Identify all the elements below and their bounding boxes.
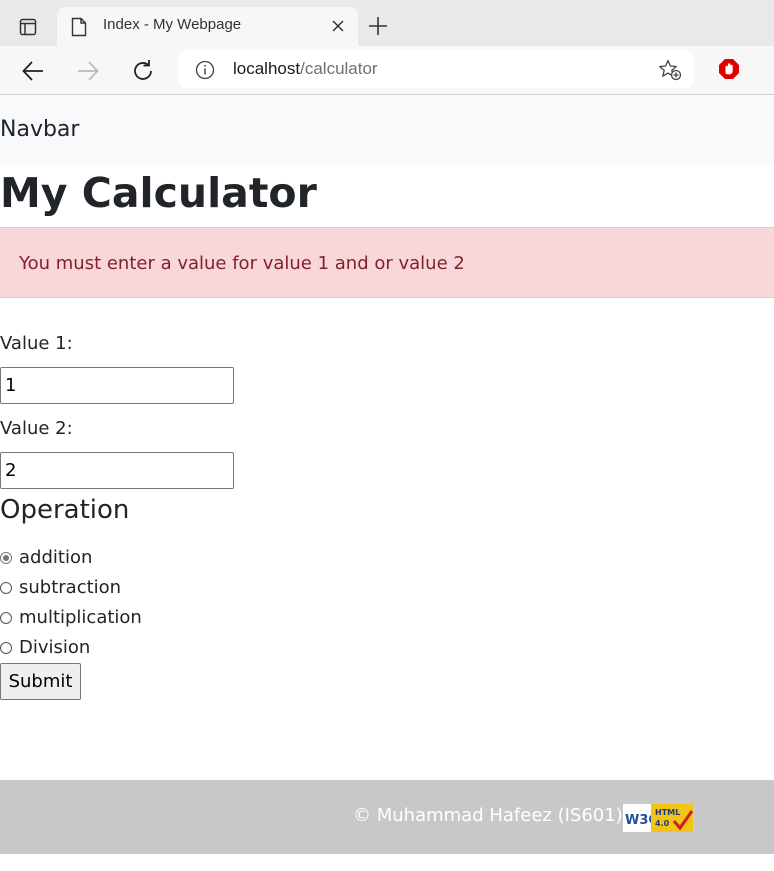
page-icon	[71, 17, 87, 41]
radio-label: subtraction	[19, 577, 122, 598]
error-alert: You must enter a value for value 1 and o…	[0, 227, 774, 298]
adblock-extension-icon[interactable]	[718, 58, 740, 84]
footer: © Muhammad Hafeez (IS601) W3C HTML 4.0	[0, 780, 774, 854]
add-favorite-icon[interactable]	[658, 59, 682, 85]
radio-division[interactable]: Division	[0, 637, 90, 658]
close-tab-icon[interactable]	[330, 18, 346, 34]
alert-message: You must enter a value for value 1 and o…	[19, 253, 465, 274]
url-host: localhost	[233, 59, 301, 78]
browser-tab-bar: Index - My Webpage	[0, 0, 774, 46]
tab-title: Index - My Webpage	[103, 16, 242, 33]
value2-input[interactable]	[0, 452, 234, 489]
address-bar-row: localhost/calculator	[0, 46, 774, 95]
radio-button-checked[interactable]	[0, 551, 12, 564]
radio-button[interactable]	[0, 611, 12, 624]
radio-label: multiplication	[19, 607, 142, 628]
submit-button[interactable]: Submit	[0, 663, 81, 700]
url-text[interactable]: localhost/calculator	[233, 59, 378, 79]
w3c-html-badge-icon[interactable]: W3C HTML 4.0	[622, 803, 694, 833]
info-icon[interactable]	[195, 60, 215, 84]
radio-label: Division	[19, 637, 91, 658]
url-path: /calculator	[300, 59, 378, 78]
badge-html-text: HTML	[655, 808, 680, 817]
value1-input[interactable]	[0, 367, 234, 404]
address-bar[interactable]: localhost/calculator	[178, 50, 694, 88]
radio-button[interactable]	[0, 581, 12, 594]
badge-version-text: 4.0	[655, 819, 670, 828]
radio-addition[interactable]: addition	[0, 547, 92, 568]
radio-label: addition	[19, 547, 93, 568]
copyright-text: © Muhammad Hafeez (IS601)	[353, 805, 623, 826]
radio-button[interactable]	[0, 641, 12, 654]
radio-subtraction[interactable]: subtraction	[0, 577, 121, 598]
back-arrow-icon[interactable]	[20, 58, 46, 84]
reload-icon[interactable]	[130, 58, 156, 84]
page-title: My Calculator	[0, 169, 317, 217]
radio-multiplication[interactable]: multiplication	[0, 607, 142, 628]
navbar-brand[interactable]: Navbar	[0, 117, 79, 142]
browser-tab[interactable]: Index - My Webpage	[57, 7, 358, 46]
operation-heading: Operation	[0, 495, 130, 525]
tab-actions-icon[interactable]	[14, 13, 42, 41]
navbar: Navbar	[0, 95, 774, 165]
new-tab-icon[interactable]	[366, 14, 390, 38]
forward-arrow-icon[interactable]	[75, 58, 101, 84]
value1-label: Value 1:	[0, 333, 73, 354]
value2-label: Value 2:	[0, 418, 73, 439]
